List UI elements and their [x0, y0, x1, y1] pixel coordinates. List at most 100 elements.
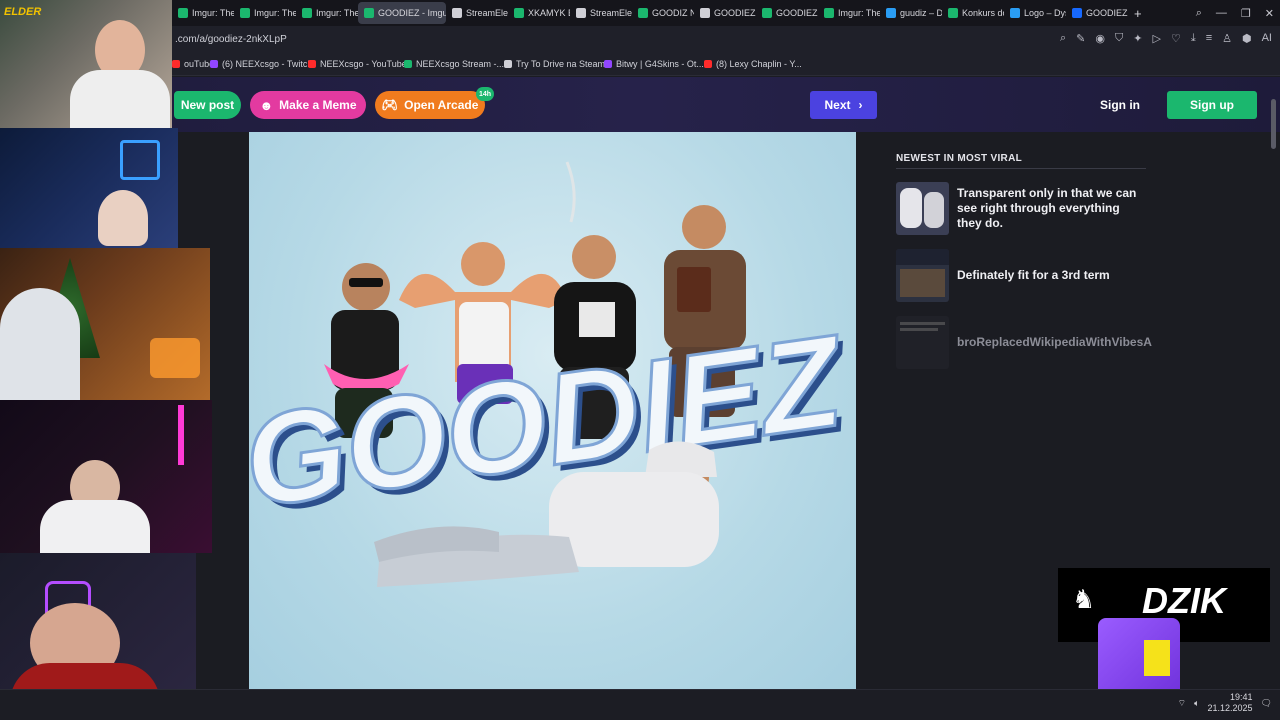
cube-icon[interactable]: ⬢ [1242, 32, 1252, 45]
k-icon [404, 60, 412, 68]
viral-item[interactable]: broReplacedWikipediaWithVibesA [896, 316, 1152, 369]
sign-up-button[interactable]: Sign up [1167, 91, 1257, 119]
new-tab-button[interactable]: + [1128, 2, 1148, 24]
tab-title: Logo – Dysk [1024, 8, 1066, 18]
tab-favicon-icon [700, 8, 710, 18]
browser-tab[interactable]: StreamElem [446, 2, 508, 24]
shield-icon[interactable]: ⛉ [1115, 32, 1123, 45]
viral-thumbnail [896, 316, 949, 369]
tab-favicon-icon [178, 8, 188, 18]
bookmark-stream[interactable]: NEEXcsgo Stream -... [404, 59, 504, 69]
tab-favicon-icon [514, 8, 524, 18]
profile-icon[interactable]: ♙ [1222, 32, 1232, 45]
browser-tab[interactable]: GOODIEZ - Imgur [358, 2, 446, 24]
url-field[interactable]: .com/a/goodiez-2nkXLpP [175, 34, 287, 45]
bookmark-youtube-neex[interactable]: NEEXcsgo - YouTube [308, 59, 407, 69]
play-icon[interactable]: ▷ [1152, 32, 1160, 45]
browser-tab[interactable]: XKAMYK BA [508, 2, 570, 24]
tab-favicon-icon [1072, 8, 1082, 18]
browser-tab[interactable]: GOODIEZ LO [1066, 2, 1128, 24]
tab-favicon-icon [302, 8, 312, 18]
notifications-icon[interactable]: 🗨︎ [1261, 698, 1272, 709]
download-icon[interactable]: ⤓ [1191, 32, 1196, 45]
edit-icon[interactable]: ✎ [1076, 32, 1085, 45]
bookmark-twitch[interactable]: (6) NEEXcsgo - Twitch [210, 59, 312, 69]
restore-icon[interactable]: ❐ [1241, 7, 1251, 20]
webcam-3 [0, 248, 210, 400]
viral-item-title: Definately fit for a 3rd term [957, 268, 1110, 282]
clock[interactable]: 19:41 21.12.2025 [1208, 692, 1253, 714]
tab-title: guudiz – Dy [900, 8, 942, 18]
tab-title: GOODIEZ - [714, 8, 756, 18]
tab-title: XKAMYK BA [528, 8, 570, 18]
wifi-icon[interactable]: ⌔ [1178, 698, 1186, 709]
youtube-icon [172, 60, 180, 68]
tab-favicon-icon [240, 8, 250, 18]
volume-icon[interactable]: 🔈︎ [1194, 698, 1199, 709]
sponsor-logo: DZIK [1142, 580, 1226, 621]
browser-tab[interactable]: GOODIEZ - [756, 2, 818, 24]
browser-tab[interactable]: Imgur: The [818, 2, 880, 24]
browser-tab[interactable]: Logo – Dysk [1004, 2, 1066, 24]
tab-favicon-icon [762, 8, 772, 18]
gamepad-icon: 🎮︎ [381, 97, 399, 112]
camera-icon[interactable]: ◉ [1095, 32, 1105, 45]
tab-title: GOODIEZ - Imgur [378, 8, 446, 18]
browser-tab[interactable]: GOODIEZ - [694, 2, 756, 24]
browser-tab[interactable]: Imgur: The [296, 2, 358, 24]
clock-date: 21.12.2025 [1207, 703, 1253, 713]
sidebar-divider [896, 168, 1146, 169]
bookmark-lexy[interactable]: (8) Lexy Chaplin - Y... [704, 59, 802, 69]
goodiez-illustration: GOODIEZ GOODIEZ [249, 161, 856, 587]
viral-item[interactable]: Definately fit for a 3rd term [896, 249, 1146, 302]
tab-favicon-icon [576, 8, 586, 18]
bookmarks-bar: ouTube (6) NEEXcsgo - Twitch NEEXcsgo - … [0, 54, 1280, 76]
browser-tab[interactable]: guudiz – Dy [880, 2, 942, 24]
next-button[interactable]: Next › [810, 91, 877, 119]
streamer-logo: ELDER [4, 6, 42, 18]
page-scrollbar[interactable] [1271, 99, 1276, 149]
site-header: New post ☻ Make a Meme 🎮︎ Open Arcade 14… [0, 77, 1280, 132]
tab-favicon-icon [638, 8, 648, 18]
tab-favicon-icon [948, 8, 958, 18]
viral-thumbnail [896, 182, 949, 235]
tab-title: Imgur: The [838, 8, 880, 18]
viral-item-title: Transparent only in that we can see righ… [957, 186, 1137, 230]
browser-tab[interactable]: StreamElem [570, 2, 632, 24]
sidebar-title: NEWEST IN MOST VIRAL [896, 153, 1022, 164]
tab-title: Imgur: The [192, 8, 234, 18]
g4skins-icon [604, 60, 612, 68]
browser-tab[interactable]: GOODIZ NE [632, 2, 694, 24]
bookmark-steam[interactable]: Try To Drive na Steam [504, 59, 605, 69]
heart-icon[interactable]: ♡ [1171, 32, 1181, 45]
make-meme-button[interactable]: ☻ Make a Meme [250, 91, 366, 119]
sign-in-link[interactable]: Sign in [1100, 98, 1140, 112]
new-post-button[interactable]: New post [174, 91, 241, 119]
post-image[interactable]: GOODIEZ GOODIEZ [249, 132, 856, 689]
bookmark-g4skins[interactable]: Bitwy | G4Skins - Ot... [604, 59, 704, 69]
search-tabs-icon[interactable]: ⌕ [1196, 7, 1202, 20]
open-arcade-button[interactable]: 🎮︎ Open Arcade [375, 91, 485, 119]
browser-tab[interactable]: Imgur: The [234, 2, 296, 24]
menu-icon[interactable]: ≡ [1206, 32, 1212, 45]
ai-icon[interactable]: AI [1262, 32, 1272, 45]
webcam-1: ELDER [0, 0, 172, 128]
zoom-icon[interactable]: ⌕ [1060, 32, 1066, 45]
viral-item-title: broReplacedWikipediaWithVibesA [957, 335, 1152, 349]
browser-tab-bar: Imgur: The Imgur: The Imgur: The GOODIEZ - … [0, 0, 1280, 26]
tab-favicon-icon [364, 8, 374, 18]
tab-favicon-icon [824, 8, 834, 18]
close-icon[interactable]: ✕ [1265, 7, 1274, 20]
browser-tab[interactable]: Imgur: The [172, 2, 234, 24]
tab-strip: Imgur: The Imgur: The Imgur: The GOODIEZ - … [172, 0, 1148, 26]
tab-favicon-icon [1010, 8, 1020, 18]
bookmark-youtube[interactable]: ouTube [172, 59, 214, 69]
extensions-icon[interactable]: ✦ [1133, 32, 1142, 45]
viral-item[interactable]: Transparent only in that we can see righ… [896, 182, 1146, 235]
youtube-icon [704, 60, 712, 68]
viral-thumbnail [896, 249, 949, 302]
browser-tab[interactable]: Konkurs do [942, 2, 1004, 24]
minimize-icon[interactable]: — [1216, 7, 1227, 19]
youtube-icon [308, 60, 316, 68]
arcade-timer-badge: 14h [476, 87, 494, 101]
